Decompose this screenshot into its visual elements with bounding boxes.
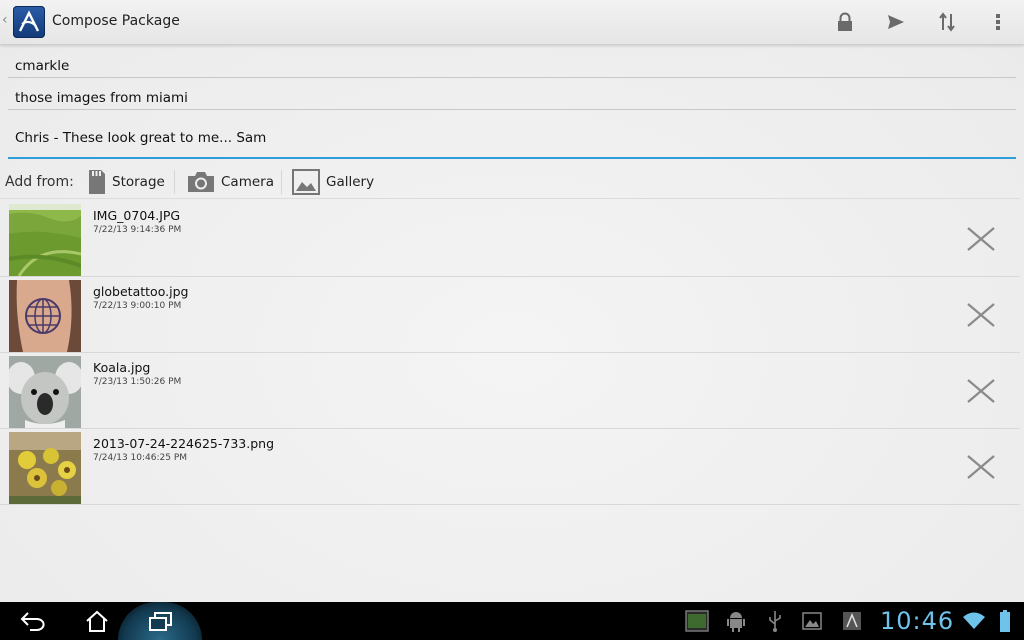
app-logo-icon[interactable]: [13, 6, 45, 38]
close-icon: [967, 227, 995, 251]
lock-icon: [838, 12, 852, 31]
add-from-bar: Add from: Storage Camera Gallery: [0, 166, 1024, 199]
page-title: Compose Package: [52, 13, 180, 29]
gallery-button[interactable]: Gallery: [292, 166, 374, 198]
send-button[interactable]: [881, 8, 911, 36]
file-date: 7/22/13 9:00:10 PM: [93, 301, 182, 311]
file-date: 7/24/13 10:46:25 PM: [93, 453, 188, 463]
overflow-menu-button[interactable]: [983, 8, 1013, 36]
close-icon: [967, 379, 995, 403]
remove-button[interactable]: [964, 224, 998, 254]
battery-status[interactable]: [996, 606, 1014, 636]
recipient-field[interactable]: cmarkle: [8, 56, 1016, 80]
action-bar: ‹ Compose Package: [0, 0, 1024, 45]
file-date: 7/23/13 1:50:26 PM: [93, 377, 182, 387]
file-name: globetattoo.jpg: [93, 284, 189, 299]
list-item[interactable]: globetattoo.jpg 7/22/13 9:00:10 PM: [0, 276, 1020, 353]
file-name: Koala.jpg: [93, 360, 151, 375]
list-item[interactable]: Koala.jpg 7/23/13 1:50:26 PM: [0, 352, 1020, 429]
message-value: Chris - These look great to me... Sam: [15, 130, 267, 146]
android-debug-notification[interactable]: [724, 606, 748, 636]
camera-label: Camera: [221, 174, 274, 190]
remove-button[interactable]: [964, 300, 998, 330]
screenshot-notification[interactable]: [684, 606, 710, 636]
clock[interactable]: 10:46: [880, 607, 954, 635]
usb-notification[interactable]: [764, 606, 786, 636]
thumbnail-image: [9, 280, 81, 352]
image-icon: [802, 612, 822, 630]
divider: [174, 170, 175, 194]
sort-icon: [939, 12, 955, 32]
storage-label: Storage: [112, 174, 165, 190]
thumbnail-image: [9, 204, 81, 276]
back-button[interactable]: [18, 606, 48, 636]
back-icon: [20, 612, 45, 631]
up-caret-icon[interactable]: ‹: [2, 12, 8, 28]
close-icon: [967, 455, 995, 479]
wifi-icon: [963, 612, 985, 629]
close-icon: [967, 303, 995, 327]
remove-button[interactable]: [964, 452, 998, 482]
wifi-status[interactable]: [962, 606, 986, 636]
recent-apps-icon: [149, 612, 172, 631]
subject-field[interactable]: those images from miami: [8, 88, 1016, 112]
overflow-menu-icon: [996, 14, 1000, 30]
remove-button[interactable]: [964, 376, 998, 406]
camera-button[interactable]: Camera: [187, 166, 274, 198]
file-date: 7/22/13 9:14:36 PM: [93, 225, 182, 235]
file-name: 2013-07-24-224625-733.png: [93, 436, 275, 451]
lock-button[interactable]: [830, 8, 860, 36]
gallery-icon: [292, 169, 320, 195]
message-field[interactable]: Chris - These look great to me... Sam: [8, 128, 1016, 160]
divider: [281, 170, 282, 194]
app-logo-icon: [843, 612, 861, 630]
recipient-value: cmarkle: [15, 58, 70, 74]
sd-card-icon: [89, 170, 105, 194]
recent-apps-button[interactable]: [118, 602, 202, 640]
gallery-notification[interactable]: [800, 606, 824, 636]
storage-button[interactable]: Storage: [88, 166, 165, 198]
thumbnail-image: [9, 432, 81, 504]
android-icon: [727, 612, 745, 632]
app-notification[interactable]: [840, 606, 864, 636]
add-from-label: Add from:: [5, 174, 74, 190]
gallery-label: Gallery: [326, 174, 375, 190]
usb-icon: [769, 611, 781, 632]
camera-icon: [188, 172, 214, 192]
list-item[interactable]: IMG_0704.JPG 7/22/13 9:14:36 PM: [0, 200, 1020, 277]
battery-icon: [1000, 610, 1010, 632]
screenshot-icon: [685, 610, 709, 632]
thumbnail-image: [9, 356, 81, 428]
list-item[interactable]: 2013-07-24-224625-733.png 7/24/13 10:46:…: [0, 428, 1020, 505]
subject-value: those images from miami: [15, 90, 188, 106]
send-icon: [888, 15, 904, 29]
file-name: IMG_0704.JPG: [93, 208, 181, 223]
system-bar: 10:46: [0, 602, 1024, 640]
home-button[interactable]: [82, 606, 112, 636]
sort-button[interactable]: [932, 8, 962, 36]
home-icon: [86, 610, 108, 632]
